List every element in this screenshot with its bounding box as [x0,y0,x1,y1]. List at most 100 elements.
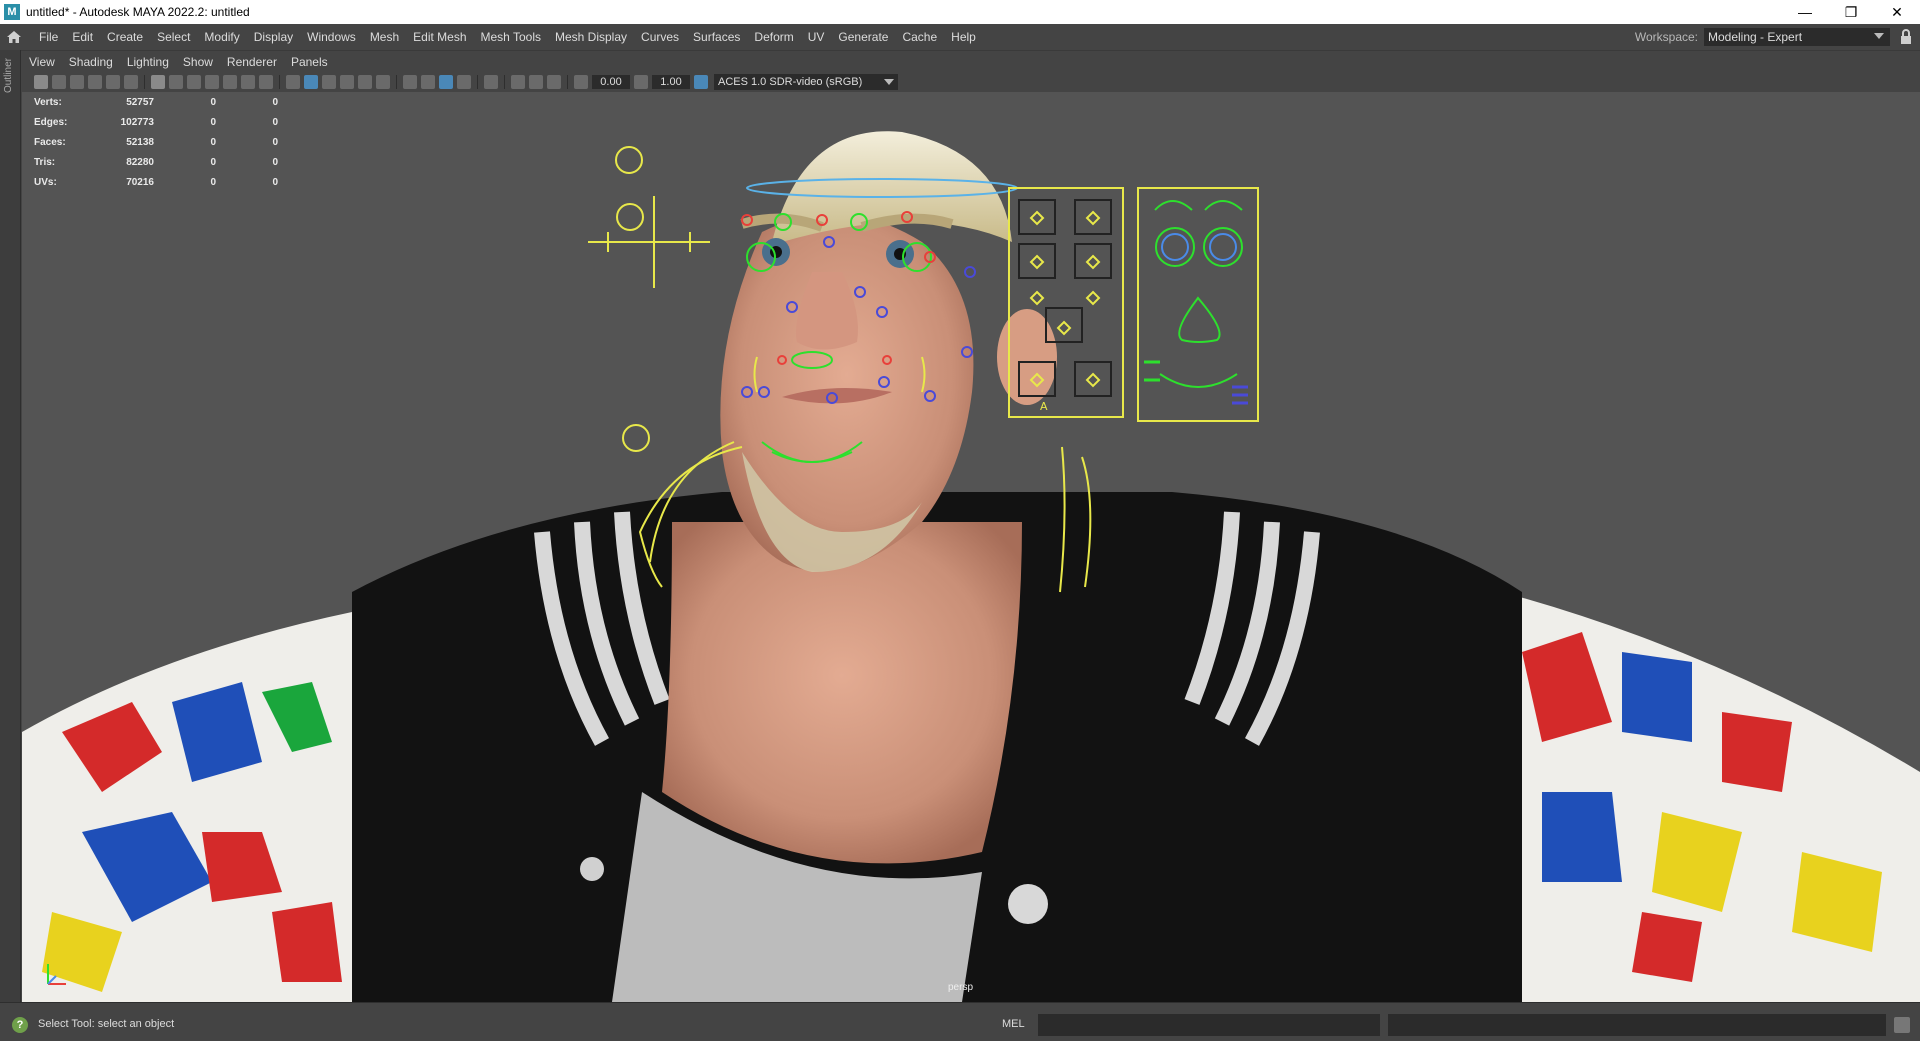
chevron-down-icon [1874,33,1884,39]
maximize-button[interactable]: ❐ [1828,0,1874,24]
menu-modify[interactable]: Modify [197,30,246,44]
menu-windows[interactable]: Windows [300,30,363,44]
bookmarks-icon[interactable] [70,75,84,89]
toolbar-separator [504,75,505,89]
view-transform-dropdown[interactable]: ACES 1.0 SDR-video (sRGB) [714,74,898,90]
panel-menu-lighting[interactable]: Lighting [120,55,176,69]
camera-attributes-icon[interactable] [52,75,66,89]
grid-icon[interactable] [151,75,165,89]
hud-row-tris: Tris: 82280 0 0 [34,152,278,172]
panel-menu-renderer[interactable]: Renderer [220,55,284,69]
hud-label: Faces: [34,136,66,148]
depth-of-field-icon[interactable] [457,75,471,89]
command-input[interactable] [1038,1014,1380,1036]
menu-mesh-tools[interactable]: Mesh Tools [474,30,548,44]
wireframe-on-shaded-icon[interactable] [322,75,336,89]
panel-menu-panels[interactable]: Panels [284,55,335,69]
color-management-icon[interactable] [694,75,708,89]
field-chart-icon[interactable] [223,75,237,89]
panel-menu-view[interactable]: View [22,55,62,69]
hud-label: Tris: [34,156,56,168]
hud-value: 52757 [126,96,154,108]
film-gate-icon[interactable] [169,75,183,89]
hud-component: 0 [272,156,278,168]
menu-edit-mesh[interactable]: Edit Mesh [406,30,473,44]
gamma-field[interactable]: 1.00 [652,75,690,89]
menu-uv[interactable]: UV [801,30,832,44]
script-editor-icon[interactable] [1894,1017,1910,1033]
jacket-button [1008,884,1048,924]
camera-label: persp [948,982,974,993]
menu-mesh-display[interactable]: Mesh Display [548,30,634,44]
maya-app-icon: M [4,4,20,20]
menu-curves[interactable]: Curves [634,30,686,44]
hud-value: 52138 [126,136,154,148]
motion-blur-icon[interactable] [421,75,435,89]
menu-mesh[interactable]: Mesh [363,30,406,44]
minimize-button[interactable]: — [1782,0,1828,24]
safe-action-icon[interactable] [241,75,255,89]
menu-edit[interactable]: Edit [65,30,100,44]
view-axis-icon [47,964,66,985]
main-menu-bar: File Edit Create Select Modify Display W… [0,24,1920,51]
hud-selected: 0 [210,116,216,128]
hud-row-faces: Faces: 52138 0 0 [34,132,278,152]
menu-select[interactable]: Select [150,30,197,44]
neck-chest [662,522,1022,864]
workspace-label: Workspace: [1634,30,1698,44]
mel-language-button[interactable]: MEL [1002,1018,1025,1030]
panel-menu-shading[interactable]: Shading [62,55,120,69]
xray-icon[interactable] [511,75,525,89]
toolbar-separator [567,75,568,89]
multisample-aa-icon[interactable] [439,75,453,89]
chevron-down-icon [884,79,894,85]
menu-help[interactable]: Help [944,30,983,44]
menu-surfaces[interactable]: Surfaces [686,30,747,44]
exposure-field[interactable]: 0.00 [592,75,630,89]
menu-generate[interactable]: Generate [831,30,895,44]
outliner-tab[interactable]: Outliner [3,58,14,93]
workspace-dropdown[interactable]: Modeling - Expert [1704,28,1890,46]
use-all-lights-icon[interactable] [358,75,372,89]
title-bar: M untitled* - Autodesk MAYA 2022.2: unti… [0,0,1920,24]
isolate-select-icon[interactable] [484,75,498,89]
image-plane-icon[interactable] [88,75,102,89]
resolution-gate-icon[interactable] [187,75,201,89]
ear [997,309,1057,405]
panel-menu-show[interactable]: Show [176,55,220,69]
hud-label: UVs: [34,176,57,188]
shadows-icon[interactable] [376,75,390,89]
xray-joints-icon[interactable] [547,75,561,89]
menu-cache[interactable]: Cache [895,30,944,44]
home-icon[interactable] [6,29,22,45]
safe-title-icon[interactable] [259,75,273,89]
close-button[interactable]: ✕ [1874,0,1920,24]
view-transform-value: ACES 1.0 SDR-video (sRGB) [718,76,863,88]
help-line: Select Tool: select an object [38,1018,175,1030]
xray-active-components-icon[interactable] [529,75,543,89]
panel-menu-bar: View Shading Lighting Show Renderer Pane… [22,52,1920,72]
select-camera-icon[interactable] [34,75,48,89]
textured-icon[interactable] [340,75,354,89]
grease-pencil-icon[interactable] [124,75,138,89]
help-icon[interactable]: ? [12,1017,28,1033]
panel-text-a: A [1040,400,1048,413]
smooth-shade-icon[interactable] [304,75,318,89]
toolbar-separator [396,75,397,89]
hud-selected: 0 [210,96,216,108]
wireframe-icon[interactable] [286,75,300,89]
command-result-field [1388,1014,1886,1036]
gate-mask-icon[interactable] [205,75,219,89]
gamma-icon[interactable] [634,75,648,89]
2d-pan-zoom-icon[interactable] [106,75,120,89]
window-title: untitled* - Autodesk MAYA 2022.2: untitl… [26,5,250,19]
outliner-strip[interactable]: Outliner [0,50,21,1002]
menu-file[interactable]: File [32,30,65,44]
menu-deform[interactable]: Deform [747,30,800,44]
perspective-viewport[interactable]: A Verts: 52757 0 0 Edges: 102773 0 0 Fac… [22,92,1920,1002]
screen-space-ao-icon[interactable] [403,75,417,89]
menu-display[interactable]: Display [247,30,300,44]
exposure-icon[interactable] [574,75,588,89]
menu-create[interactable]: Create [100,30,150,44]
lock-icon[interactable] [1896,27,1916,47]
